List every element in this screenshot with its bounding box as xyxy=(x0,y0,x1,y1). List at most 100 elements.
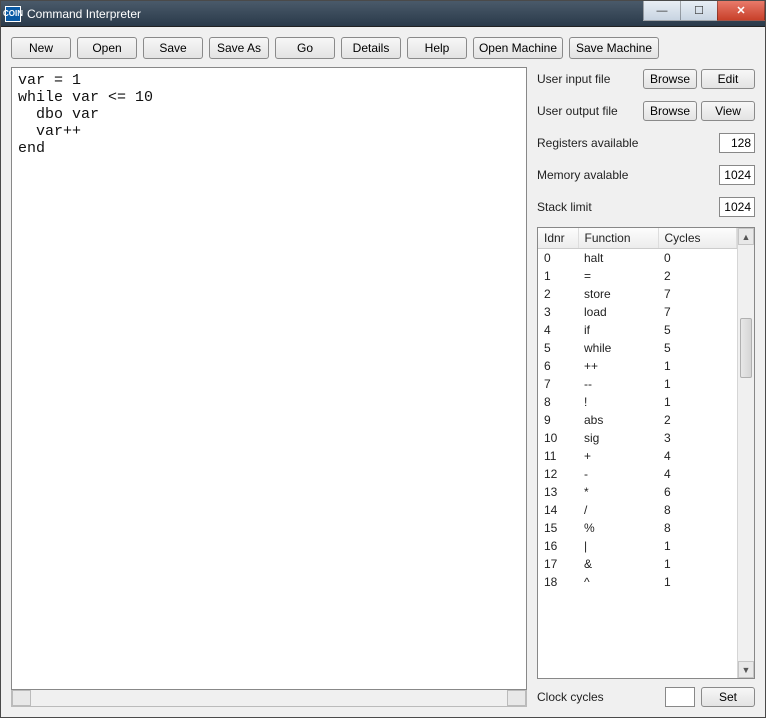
table-row[interactable]: 7--1 xyxy=(538,375,737,393)
user-output-browse-button[interactable]: Browse xyxy=(643,101,697,121)
table-row[interactable]: 6++1 xyxy=(538,357,737,375)
table-row[interactable]: 18^1 xyxy=(538,573,737,591)
table-row[interactable]: 15%8 xyxy=(538,519,737,537)
table-cell: % xyxy=(578,519,658,537)
table-cell: 15 xyxy=(538,519,578,537)
table-row[interactable]: 4if5 xyxy=(538,321,737,339)
user-input-edit-button[interactable]: Edit xyxy=(701,69,755,89)
table-cell: 3 xyxy=(658,429,737,447)
open-machine-button[interactable]: Open Machine xyxy=(473,37,563,59)
code-editor[interactable] xyxy=(11,67,527,690)
table-row[interactable]: 10sig3 xyxy=(538,429,737,447)
user-input-browse-button[interactable]: Browse xyxy=(643,69,697,89)
table-cell: 10 xyxy=(538,429,578,447)
table-row[interactable]: 8!1 xyxy=(538,393,737,411)
table-cell: 16 xyxy=(538,537,578,555)
table-cell: 9 xyxy=(538,411,578,429)
table-cell: 5 xyxy=(538,339,578,357)
table-row[interactable]: 14/8 xyxy=(538,501,737,519)
table-cell: 1 xyxy=(658,537,737,555)
col-cycles[interactable]: Cycles xyxy=(658,228,737,249)
table-cell: 2 xyxy=(538,285,578,303)
table-row[interactable]: 1=2 xyxy=(538,267,737,285)
table-row[interactable]: 3load7 xyxy=(538,303,737,321)
window-title: Command Interpreter xyxy=(27,7,644,21)
table-cell: store xyxy=(578,285,658,303)
details-button[interactable]: Details xyxy=(341,37,401,59)
clock-input[interactable] xyxy=(665,687,695,707)
table-cell: 11 xyxy=(538,447,578,465)
col-function[interactable]: Function xyxy=(578,228,658,249)
table-cell: halt xyxy=(578,249,658,268)
memory-label: Memory avalable xyxy=(537,168,715,182)
table-cell: while xyxy=(578,339,658,357)
table-row[interactable]: 0halt0 xyxy=(538,249,737,268)
table-row[interactable]: 17&1 xyxy=(538,555,737,573)
close-button[interactable]: ✕ xyxy=(717,1,765,21)
table-cell: 2 xyxy=(658,267,737,285)
table-cell: if xyxy=(578,321,658,339)
table-cell: 7 xyxy=(658,285,737,303)
table-cell: 12 xyxy=(538,465,578,483)
registers-input[interactable] xyxy=(719,133,755,153)
table-cell: sig xyxy=(578,429,658,447)
table-cell: 4 xyxy=(658,447,737,465)
table-cell: * xyxy=(578,483,658,501)
table-cell: 1 xyxy=(538,267,578,285)
user-output-view-button[interactable]: View xyxy=(701,101,755,121)
table-row[interactable]: 9abs2 xyxy=(538,411,737,429)
titlebar[interactable]: COIN Command Interpreter — ☐ ✕ xyxy=(1,1,765,27)
main-split: User input file Browse Edit User output … xyxy=(11,67,755,707)
minimize-icon: — xyxy=(657,5,668,17)
table-cell: 2 xyxy=(658,411,737,429)
maximize-button[interactable]: ☐ xyxy=(680,1,718,21)
user-output-row: User output file Browse View xyxy=(537,99,755,123)
table-cell: / xyxy=(578,501,658,519)
stack-input[interactable] xyxy=(719,197,755,217)
table-row[interactable]: 11+4 xyxy=(538,447,737,465)
registers-label: Registers available xyxy=(537,136,715,150)
table-row[interactable]: 13*6 xyxy=(538,483,737,501)
table-row[interactable]: 5while5 xyxy=(538,339,737,357)
table-cell: = xyxy=(578,267,658,285)
scroll-up-icon[interactable]: ▲ xyxy=(738,228,754,245)
scroll-down-icon[interactable]: ▼ xyxy=(738,661,754,678)
function-table-scroll[interactable]: Idnr Function Cycles 0halt01=22store73lo… xyxy=(538,228,737,678)
table-cell: 13 xyxy=(538,483,578,501)
table-row[interactable]: 12-4 xyxy=(538,465,737,483)
table-row[interactable]: 16|1 xyxy=(538,537,737,555)
save-as-button[interactable]: Save As xyxy=(209,37,269,59)
table-cell: 14 xyxy=(538,501,578,519)
table-cell: + xyxy=(578,447,658,465)
app-icon: COIN xyxy=(5,6,21,22)
table-vertical-scrollbar[interactable]: ▲ ▼ xyxy=(737,228,754,678)
table-cell: 5 xyxy=(658,321,737,339)
editor-horizontal-scrollbar[interactable] xyxy=(11,690,527,707)
app-window: COIN Command Interpreter — ☐ ✕ New Open … xyxy=(0,0,766,718)
maximize-icon: ☐ xyxy=(694,4,704,17)
table-cell: 1 xyxy=(658,573,737,591)
function-table-frame: Idnr Function Cycles 0halt01=22store73lo… xyxy=(537,227,755,679)
table-cell: 4 xyxy=(658,465,737,483)
save-machine-button[interactable]: Save Machine xyxy=(569,37,659,59)
minimize-button[interactable]: — xyxy=(643,1,681,21)
new-button[interactable]: New xyxy=(11,37,71,59)
open-button[interactable]: Open xyxy=(77,37,137,59)
window-controls: — ☐ ✕ xyxy=(644,1,765,26)
save-button[interactable]: Save xyxy=(143,37,203,59)
editor-panel xyxy=(11,67,527,707)
close-icon: ✕ xyxy=(736,4,745,17)
table-row[interactable]: 2store7 xyxy=(538,285,737,303)
scroll-thumb[interactable] xyxy=(740,318,752,378)
memory-input[interactable] xyxy=(719,165,755,185)
table-cell: & xyxy=(578,555,658,573)
table-cell: 7 xyxy=(658,303,737,321)
user-input-row: User input file Browse Edit xyxy=(537,67,755,91)
table-cell: 1 xyxy=(658,555,737,573)
col-idnr[interactable]: Idnr xyxy=(538,228,578,249)
toolbar: New Open Save Save As Go Details Help Op… xyxy=(11,37,755,59)
table-cell: 6 xyxy=(538,357,578,375)
set-button[interactable]: Set xyxy=(701,687,755,707)
go-button[interactable]: Go xyxy=(275,37,335,59)
help-button[interactable]: Help xyxy=(407,37,467,59)
